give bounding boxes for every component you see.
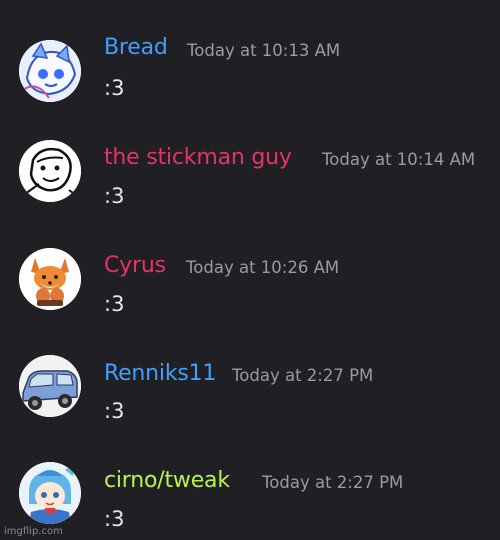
stickman-avatar-icon[interactable] (19, 140, 81, 202)
username[interactable]: the stickman guy (104, 145, 292, 170)
chat-message: cirno/tweak Today at 2:27 PM :3 (0, 0, 500, 531)
message-text: :3 (104, 292, 125, 316)
watermark: imgflip.com (4, 526, 63, 537)
username[interactable]: cirno/tweak (104, 468, 230, 493)
username[interactable]: Renniks11 (104, 361, 216, 386)
username[interactable]: Cyrus (104, 253, 166, 278)
car-avatar-icon[interactable] (19, 355, 81, 417)
cirno-avatar-icon[interactable] (19, 462, 81, 524)
message-text: :3 (104, 184, 125, 208)
timestamp: Today at 2:27 PM (262, 473, 404, 492)
fox-avatar-icon[interactable] (19, 248, 81, 310)
timestamp: Today at 2:27 PM (232, 366, 374, 385)
timestamp: Today at 10:14 AM (322, 150, 476, 169)
timestamp: Today at 10:26 AM (186, 258, 340, 277)
message-text: :3 (104, 507, 125, 531)
message-text: :3 (104, 399, 125, 423)
